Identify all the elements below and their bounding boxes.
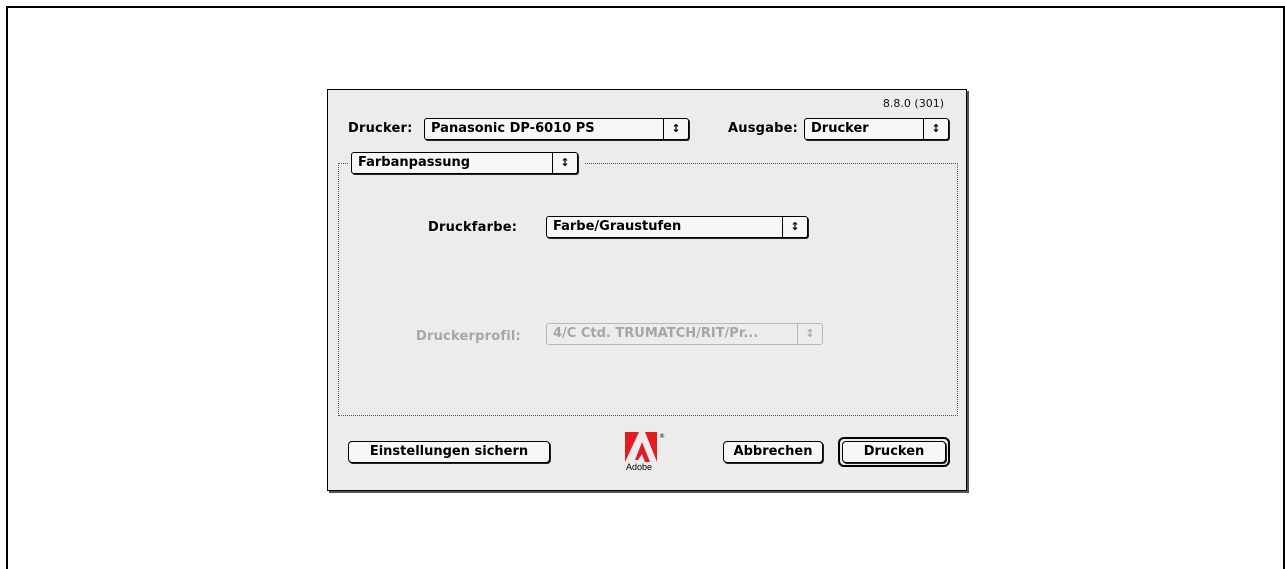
output-popup[interactable]: Drucker ↕ xyxy=(804,118,949,140)
print-dialog: 8.8.0 (301) Drucker: Panasonic DP-6010 P… xyxy=(327,89,967,491)
print-color-value: Farbe/Graustufen xyxy=(553,219,682,234)
cancel-button[interactable]: Abbrechen xyxy=(723,441,823,463)
printer-profile-label: Druckerprofil: xyxy=(416,329,521,344)
svg-text:®: ® xyxy=(659,433,665,440)
version-label: 8.8.0 (301) xyxy=(882,97,944,110)
printer-label: Drucker: xyxy=(348,121,413,136)
printer-popup-value: Panasonic DP-6010 PS xyxy=(431,121,595,136)
updown-arrow-icon: ↕ xyxy=(552,153,577,173)
settings-group-box xyxy=(338,163,958,416)
updown-arrow-icon: ↕ xyxy=(663,119,688,139)
updown-arrow-icon: ↕ xyxy=(797,324,822,344)
save-settings-button[interactable]: Einstellungen sichern xyxy=(348,441,550,463)
printer-popup[interactable]: Panasonic DP-6010 PS ↕ xyxy=(424,118,689,140)
output-label: Ausgabe: xyxy=(728,121,799,136)
panel-menu-value: Farbanpassung xyxy=(358,155,471,170)
printer-profile-value: 4/C Ctd. TRUMATCH/RIT/Pr... xyxy=(553,326,759,341)
print-color-popup[interactable]: Farbe/Graustufen ↕ xyxy=(546,216,808,238)
updown-arrow-icon: ↕ xyxy=(782,217,807,237)
updown-arrow-icon: ↕ xyxy=(923,119,948,139)
print-button[interactable]: Drucken xyxy=(842,441,946,463)
output-popup-value: Drucker xyxy=(811,121,869,136)
print-color-label: Druckfarbe: xyxy=(428,220,518,235)
printer-profile-popup[interactable]: 4/C Ctd. TRUMATCH/RIT/Pr... ↕ xyxy=(546,323,823,345)
panel-menu-popup[interactable]: Farbanpassung ↕ xyxy=(351,152,578,174)
adobe-logo-text: Adobe xyxy=(626,462,653,472)
